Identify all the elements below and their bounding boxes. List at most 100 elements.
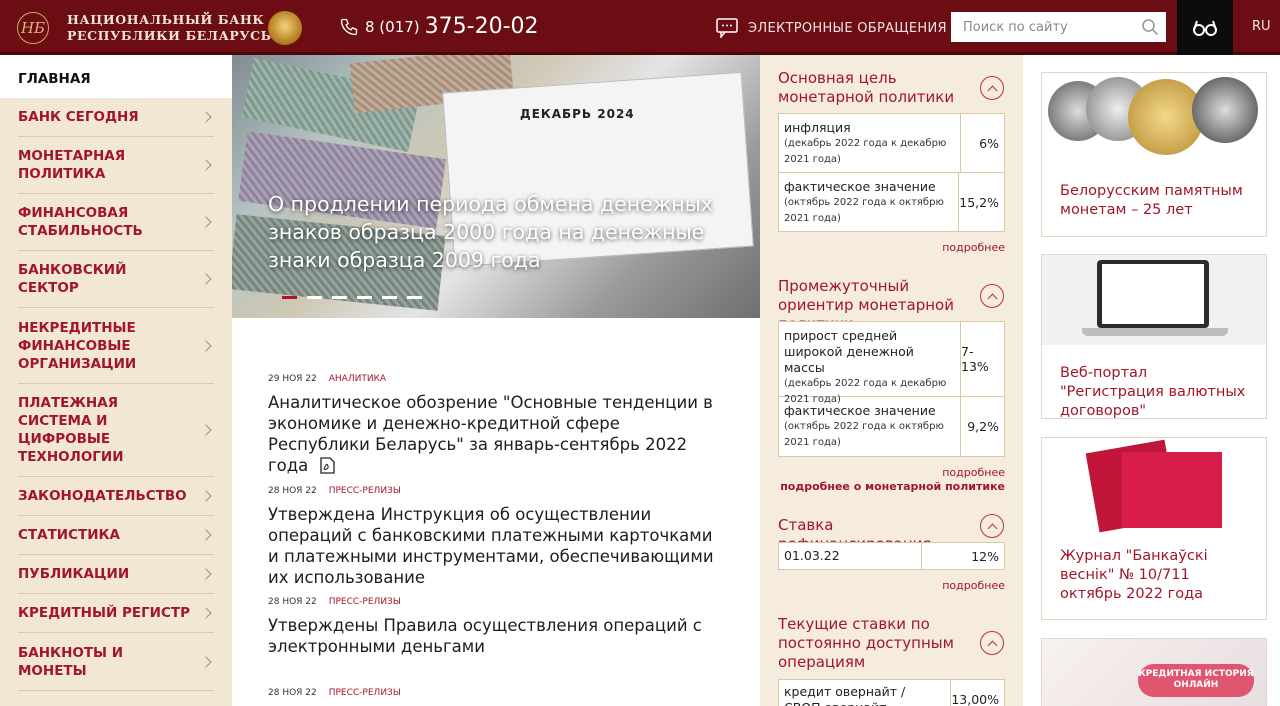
news-date: 28 НОЯ 22 (268, 688, 317, 698)
chevron-right-icon (200, 490, 212, 502)
news-date: 28 НОЯ 22 (268, 597, 317, 607)
chevron-right-icon (200, 273, 212, 285)
chevron-right-icon (200, 111, 212, 123)
slide-dot[interactable] (382, 296, 397, 299)
logo-line-1: НАЦИОНАЛЬНЫЙ БАНК (67, 12, 265, 27)
standing-rates-title[interactable]: Текущие ставки по постоянно доступным оп… (778, 615, 958, 672)
phone-contact[interactable]: 8 (017) 375-20-02 (339, 14, 539, 39)
sidebar-item-payment-system[interactable]: ПЛАТЕЖНАЯ СИСТЕМА И ЦИФРОВЫЕ ТЕХНОЛОГИИ (18, 384, 214, 477)
news-date: 28 НОЯ 22 (268, 486, 317, 496)
sidebar-item-monetary-policy[interactable]: МОНЕТАРНАЯ ПОЛИТИКА (18, 137, 214, 194)
goal-more-link[interactable]: подробнее (942, 241, 1005, 254)
refinancing-date: 01.03.22 (779, 543, 922, 569)
sidebar-item-legislation[interactable]: ЗАКОНОДАТЕЛЬСТВО (18, 477, 214, 516)
sidebar-item-banknotes-coins[interactable]: БАНКНОТЫ И МОНЕТЫ (18, 633, 214, 691)
search-icon[interactable] (1141, 18, 1159, 36)
sidebar-item-label: БАНК СЕГОДНЯ (18, 109, 139, 125)
sidebar-item-label: НЕКРЕДИТНЫЕ ФИНАНСОВЫЕ ОРГАНИЗАЦИИ (18, 319, 137, 372)
refinancing-more-link[interactable]: подробнее (942, 579, 1005, 592)
slide-dot[interactable] (407, 296, 422, 299)
chevron-right-icon (200, 568, 212, 580)
news-category[interactable]: ПРЕСС-РЕЛИЗЫ (329, 597, 401, 607)
target-more-link[interactable]: подробнее (942, 466, 1005, 479)
row-sublabel: (декабрь 2022 года к декабрю 2021 года) (784, 138, 947, 165)
news-item: 28 НОЯ 22 ПРЕСС-РЕЛИЗЫ (268, 688, 718, 701)
target-table: прирост средней широкой денежной массы (д… (778, 321, 1005, 457)
news-date: 29 НОЯ 22 (268, 374, 317, 384)
standing-rates-table: кредит овернайт / СВОП овернайт 13,00% (778, 679, 1005, 706)
standing-row-value: 13,00% (951, 692, 999, 706)
collapse-target-button[interactable] (980, 284, 1004, 308)
electronic-appeals-link[interactable]: ЭЛЕКТРОННЫЕ ОБРАЩЕНИЯ (716, 18, 947, 38)
monetary-policy-more-link[interactable]: подробнее о монетарной политике (780, 480, 1005, 493)
slide-dot[interactable] (307, 296, 322, 299)
news-category[interactable]: ПРЕСС-РЕЛИЗЫ (329, 486, 401, 496)
news-category[interactable]: АНАЛИТИКА (329, 374, 386, 384)
bank-logo-icon[interactable]: НБ (17, 12, 49, 44)
sidebar-item-bank-today[interactable]: БАНК СЕГОДНЯ (18, 98, 214, 137)
news-category[interactable]: ПРЕСС-РЕЛИЗЫ (329, 688, 401, 698)
table-cell-value: 9,2% (967, 419, 999, 434)
sidebar-item-label: ПУБЛИКАЦИИ (18, 566, 130, 582)
collapse-refinancing-button[interactable] (980, 514, 1004, 538)
chevron-right-icon (200, 607, 212, 619)
table-cell-label: прирост средней широкой денежной массы (д… (779, 322, 961, 405)
sidebar-item-label: СТАТИСТИКА (18, 527, 120, 543)
chevron-up-icon (987, 523, 997, 533)
sidebar-item-home[interactable]: ГЛАВНАЯ (0, 58, 232, 98)
chevron-right-icon (200, 529, 212, 541)
sidebar-item-publications[interactable]: ПУБЛИКАЦИИ (18, 555, 214, 594)
collapse-standing-button[interactable] (980, 631, 1004, 655)
sidebar-item-nonbank-finance[interactable]: НЕКРЕДИТНЫЕ ФИНАНСОВЫЕ ОРГАНИЗАЦИИ (18, 308, 214, 384)
journal-image (1042, 438, 1266, 533)
language-switch[interactable]: RU (1252, 19, 1271, 34)
sidebar-item-statistics[interactable]: СТАТИСТИКА (18, 516, 214, 555)
table-cell-value: 6% (979, 135, 999, 151)
phone-number: 375-20-02 (424, 14, 539, 39)
slide-dot[interactable] (282, 296, 297, 299)
news-title[interactable]: Утверждены Правила осуществления операци… (268, 615, 718, 657)
bank-logo-text[interactable]: НАЦИОНАЛЬНЫЙ БАНК РЕСПУБЛИКИ БЕЛАРУСЬ (67, 12, 272, 44)
search-input[interactable] (951, 12, 1166, 42)
promo-card-journal[interactable]: Журнал "Банкаўскі веснік" № 10/711 октяб… (1041, 437, 1267, 620)
table-row: фактическое значение (октябрь 2022 года к… (779, 173, 1004, 231)
slide-dot[interactable] (332, 296, 347, 299)
chevron-right-icon (200, 159, 212, 171)
sidebar-item-label: ПЛАТЕЖНАЯ СИСТЕМА И ЦИФРОВЫЕ ТЕХНОЛОГИИ (18, 395, 124, 465)
collapse-goal-button[interactable] (980, 76, 1004, 100)
sidebar-item-financial-stability[interactable]: ФИНАНСОВАЯ СТАБИЛЬНОСТЬ (18, 194, 214, 251)
accessibility-toggle[interactable] (1177, 0, 1233, 55)
news-title[interactable]: Аналитическое обозрение "Основные тенден… (268, 392, 718, 476)
standing-row-label: кредит овернайт / СВОП овернайт (779, 680, 952, 706)
news-title[interactable]: Утверждена Инструкция об осуществлении о… (268, 504, 718, 588)
credit-history-badge: КРЕДИТНАЯ ИСТОРИЯ ОНЛАЙН (1138, 664, 1254, 697)
slide-caption[interactable]: О продлении периода обмена денежных знак… (268, 190, 738, 274)
promo-card-currency-portal[interactable]: Веб-портал "Регистрация валютных договор… (1041, 254, 1267, 419)
table-row: кредит овернайт / СВОП овернайт 13,00% (779, 680, 1004, 706)
chevron-up-icon (987, 640, 997, 650)
row-sublabel: (октябрь 2022 года к октябрю 2021 года) (784, 421, 944, 448)
table-cell-value: 7-13% (961, 344, 989, 374)
goal-title[interactable]: Основная цель монетарной политики (778, 69, 968, 107)
news-item: 28 НОЯ 22 ПРЕСС-РЕЛИЗЫ Утверждены Правила… (268, 597, 718, 657)
chevron-right-icon (200, 655, 212, 668)
goal-table: инфляция (декабрь 2022 года к декабрю 202… (778, 113, 1005, 232)
logo-line-2: РЕСПУБЛИКИ БЕЛАРУСЬ (67, 28, 272, 43)
slide-dot[interactable] (357, 296, 372, 299)
promo-card-credit-history[interactable]: КРЕДИТНАЯ ИСТОРИЯ ОНЛАЙН (1041, 638, 1267, 706)
sidebar-item-banking-sector[interactable]: БАНКОВСКИЙ СЕКТОР (18, 251, 214, 308)
appeals-label: ЭЛЕКТРОННЫЕ ОБРАЩЕНИЯ (748, 20, 947, 36)
sidebar-item-credit-register[interactable]: КРЕДИТНЫЙ РЕГИСТР (18, 594, 214, 633)
table-row: 01.03.22 12% (779, 543, 1004, 569)
table-row: фактическое значение (октябрь 2022 года к… (779, 397, 1004, 456)
row-label: прирост средней широкой денежной массы (784, 328, 914, 375)
news-title-text: Аналитическое обозрение "Основные тенден… (268, 393, 713, 475)
promo-card-coins[interactable]: Белорусским памятным монетам – 25 лет (1041, 72, 1267, 237)
chevron-right-icon (200, 424, 212, 436)
chevron-up-icon (987, 293, 997, 303)
refinancing-value: 12% (971, 548, 999, 564)
card-caption: Веб-портал "Регистрация валютных договор… (1060, 365, 1246, 419)
coins-image (1042, 73, 1266, 163)
pdf-icon[interactable] (319, 457, 335, 474)
calendar-month: ДЕКАБРЬ 2024 (520, 107, 635, 121)
